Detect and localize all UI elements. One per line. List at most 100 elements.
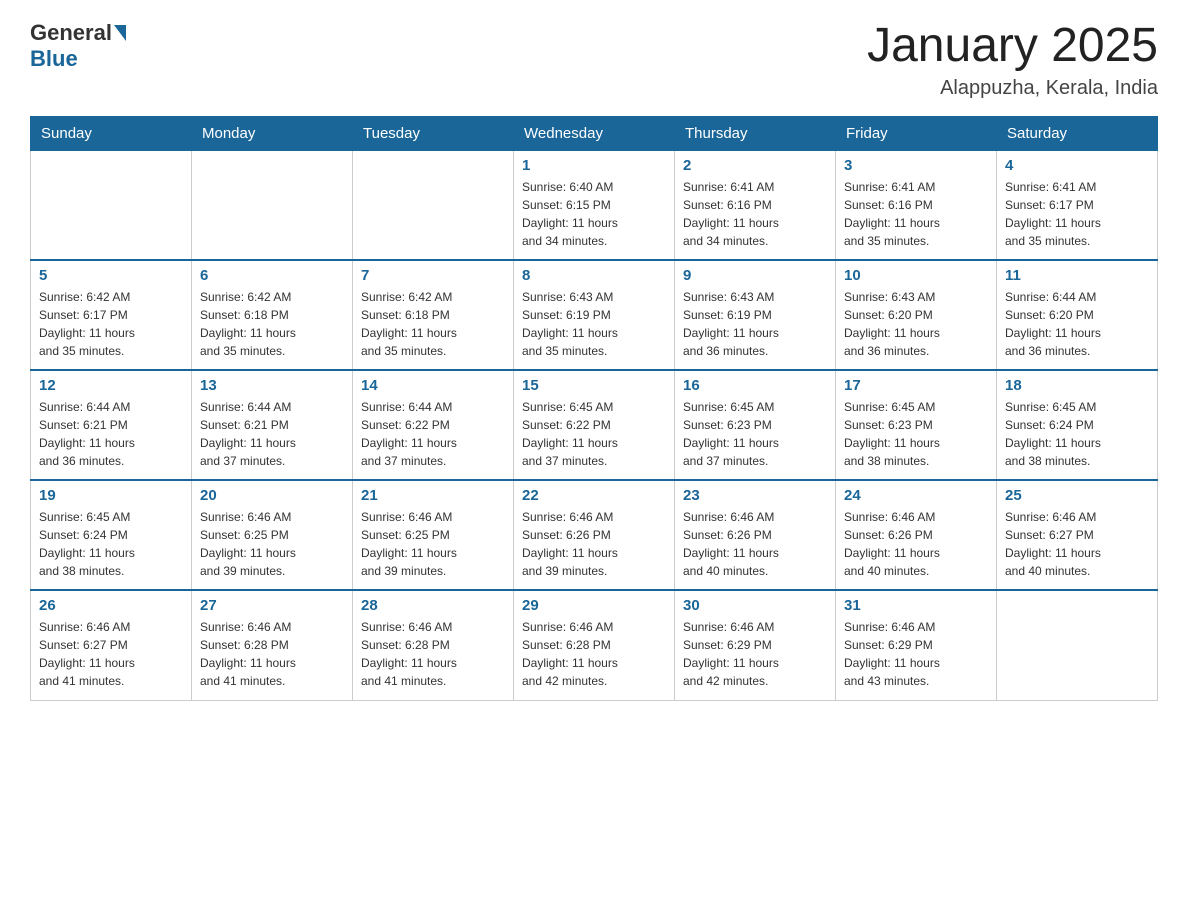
- day-info: Sunrise: 6:46 AM Sunset: 6:27 PM Dayligh…: [39, 618, 183, 690]
- calendar-cell: 31 Sunrise: 6:46 AM Sunset: 6:29 PM Dayli…: [836, 590, 997, 700]
- day-info: Sunrise: 6:44 AM Sunset: 6:20 PM Dayligh…: [1005, 288, 1149, 360]
- page-header: General Blue January 2025 Alappuzha, Ker…: [30, 20, 1158, 100]
- day-info: Sunrise: 6:46 AM Sunset: 6:25 PM Dayligh…: [200, 508, 344, 580]
- day-info: Sunrise: 6:40 AM Sunset: 6:15 PM Dayligh…: [522, 178, 666, 250]
- calendar-cell: 13 Sunrise: 6:44 AM Sunset: 6:21 PM Dayli…: [192, 370, 353, 480]
- calendar-cell: 14 Sunrise: 6:44 AM Sunset: 6:22 PM Dayli…: [353, 370, 514, 480]
- day-number: 15: [522, 377, 666, 394]
- calendar-cell: [31, 150, 192, 260]
- day-info: Sunrise: 6:42 AM Sunset: 6:18 PM Dayligh…: [361, 288, 505, 360]
- day-info: Sunrise: 6:45 AM Sunset: 6:23 PM Dayligh…: [844, 398, 988, 470]
- day-info: Sunrise: 6:41 AM Sunset: 6:16 PM Dayligh…: [683, 178, 827, 250]
- calendar-cell: 28Sunrise: 6:46 AM Sunset: 6:28 PM Dayli…: [353, 590, 514, 700]
- location-title: Alappuzha, Kerala, India: [867, 77, 1158, 100]
- day-number: 23: [683, 487, 827, 504]
- day-info: Sunrise: 6:45 AM Sunset: 6:24 PM Dayligh…: [1005, 398, 1149, 470]
- col-header-friday: Friday: [836, 116, 997, 150]
- calendar-week-row: 5 Sunrise: 6:42 AM Sunset: 6:17 PM Daylig…: [31, 260, 1158, 370]
- calendar-cell: 21Sunrise: 6:46 AM Sunset: 6:25 PM Dayli…: [353, 480, 514, 590]
- day-info: Sunrise: 6:46 AM Sunset: 6:26 PM Dayligh…: [844, 508, 988, 580]
- day-number: 28: [361, 597, 505, 614]
- col-header-saturday: Saturday: [997, 116, 1158, 150]
- day-info: Sunrise: 6:46 AM Sunset: 6:29 PM Dayligh…: [844, 618, 988, 690]
- calendar-cell: 3 Sunrise: 6:41 AM Sunset: 6:16 PM Daylig…: [836, 150, 997, 260]
- day-number: 16: [683, 377, 827, 394]
- day-number: 22: [522, 487, 666, 504]
- day-info: Sunrise: 6:45 AM Sunset: 6:24 PM Dayligh…: [39, 508, 183, 580]
- calendar-cell: 11Sunrise: 6:44 AM Sunset: 6:20 PM Dayli…: [997, 260, 1158, 370]
- day-info: Sunrise: 6:44 AM Sunset: 6:21 PM Dayligh…: [39, 398, 183, 470]
- calendar-cell: [997, 590, 1158, 700]
- calendar-week-row: 1 Sunrise: 6:40 AM Sunset: 6:15 PM Daylig…: [31, 150, 1158, 260]
- day-number: 2: [683, 157, 827, 174]
- calendar-cell: 29Sunrise: 6:46 AM Sunset: 6:28 PM Dayli…: [514, 590, 675, 700]
- day-info: Sunrise: 6:43 AM Sunset: 6:19 PM Dayligh…: [522, 288, 666, 360]
- calendar-cell: 23 Sunrise: 6:46 AM Sunset: 6:26 PM Dayli…: [675, 480, 836, 590]
- logo-blue-text: Blue: [30, 46, 78, 72]
- calendar-cell: 26Sunrise: 6:46 AM Sunset: 6:27 PM Dayli…: [31, 590, 192, 700]
- calendar-cell: [192, 150, 353, 260]
- day-number: 7: [361, 267, 505, 284]
- day-number: 30: [683, 597, 827, 614]
- calendar-cell: 19 Sunrise: 6:45 AM Sunset: 6:24 PM Dayli…: [31, 480, 192, 590]
- calendar-cell: 9Sunrise: 6:43 AM Sunset: 6:19 PM Daylig…: [675, 260, 836, 370]
- day-info: Sunrise: 6:41 AM Sunset: 6:17 PM Dayligh…: [1005, 178, 1149, 250]
- day-number: 24: [844, 487, 988, 504]
- calendar-header-row: SundayMondayTuesdayWednesdayThursdayFrid…: [31, 116, 1158, 150]
- col-header-sunday: Sunday: [31, 116, 192, 150]
- day-number: 19: [39, 487, 183, 504]
- logo: General Blue: [30, 20, 126, 72]
- day-info: Sunrise: 6:46 AM Sunset: 6:27 PM Dayligh…: [1005, 508, 1149, 580]
- day-info: Sunrise: 6:45 AM Sunset: 6:22 PM Dayligh…: [522, 398, 666, 470]
- calendar-cell: 10 Sunrise: 6:43 AM Sunset: 6:20 PM Dayli…: [836, 260, 997, 370]
- calendar-table: SundayMondayTuesdayWednesdayThursdayFrid…: [30, 116, 1158, 701]
- day-number: 5: [39, 267, 183, 284]
- day-info: Sunrise: 6:46 AM Sunset: 6:28 PM Dayligh…: [200, 618, 344, 690]
- col-header-thursday: Thursday: [675, 116, 836, 150]
- day-number: 6: [200, 267, 344, 284]
- logo-arrow-icon: [114, 25, 126, 41]
- calendar-cell: 2 Sunrise: 6:41 AM Sunset: 6:16 PM Daylig…: [675, 150, 836, 260]
- calendar-cell: 30Sunrise: 6:46 AM Sunset: 6:29 PM Dayli…: [675, 590, 836, 700]
- day-number: 12: [39, 377, 183, 394]
- calendar-cell: 16 Sunrise: 6:45 AM Sunset: 6:23 PM Dayli…: [675, 370, 836, 480]
- day-info: Sunrise: 6:46 AM Sunset: 6:26 PM Dayligh…: [683, 508, 827, 580]
- day-number: 31: [844, 597, 988, 614]
- calendar-week-row: 19 Sunrise: 6:45 AM Sunset: 6:24 PM Dayli…: [31, 480, 1158, 590]
- day-number: 27: [200, 597, 344, 614]
- day-number: 10: [844, 267, 988, 284]
- day-number: 9: [683, 267, 827, 284]
- logo-general-text: General: [30, 20, 112, 46]
- day-number: 20: [200, 487, 344, 504]
- calendar-cell: 25Sunrise: 6:46 AM Sunset: 6:27 PM Dayli…: [997, 480, 1158, 590]
- day-info: Sunrise: 6:44 AM Sunset: 6:21 PM Dayligh…: [200, 398, 344, 470]
- calendar-cell: 17 Sunrise: 6:45 AM Sunset: 6:23 PM Dayli…: [836, 370, 997, 480]
- calendar-cell: 1 Sunrise: 6:40 AM Sunset: 6:15 PM Daylig…: [514, 150, 675, 260]
- calendar-cell: 12 Sunrise: 6:44 AM Sunset: 6:21 PM Dayli…: [31, 370, 192, 480]
- day-info: Sunrise: 6:44 AM Sunset: 6:22 PM Dayligh…: [361, 398, 505, 470]
- calendar-week-row: 12 Sunrise: 6:44 AM Sunset: 6:21 PM Dayli…: [31, 370, 1158, 480]
- day-info: Sunrise: 6:41 AM Sunset: 6:16 PM Dayligh…: [844, 178, 988, 250]
- day-number: 3: [844, 157, 988, 174]
- calendar-cell: 20 Sunrise: 6:46 AM Sunset: 6:25 PM Dayli…: [192, 480, 353, 590]
- day-info: Sunrise: 6:43 AM Sunset: 6:20 PM Dayligh…: [844, 288, 988, 360]
- day-number: 8: [522, 267, 666, 284]
- day-number: 4: [1005, 157, 1149, 174]
- calendar-cell: 15 Sunrise: 6:45 AM Sunset: 6:22 PM Dayli…: [514, 370, 675, 480]
- calendar-cell: 5 Sunrise: 6:42 AM Sunset: 6:17 PM Daylig…: [31, 260, 192, 370]
- day-info: Sunrise: 6:42 AM Sunset: 6:17 PM Dayligh…: [39, 288, 183, 360]
- day-number: 13: [200, 377, 344, 394]
- day-number: 14: [361, 377, 505, 394]
- col-header-wednesday: Wednesday: [514, 116, 675, 150]
- logo-text: General: [30, 20, 126, 46]
- day-info: Sunrise: 6:42 AM Sunset: 6:18 PM Dayligh…: [200, 288, 344, 360]
- day-number: 17: [844, 377, 988, 394]
- calendar-cell: [353, 150, 514, 260]
- calendar-cell: 27 Sunrise: 6:46 AM Sunset: 6:28 PM Dayli…: [192, 590, 353, 700]
- day-info: Sunrise: 6:46 AM Sunset: 6:28 PM Dayligh…: [522, 618, 666, 690]
- calendar-cell: 24 Sunrise: 6:46 AM Sunset: 6:26 PM Dayli…: [836, 480, 997, 590]
- day-number: 1: [522, 157, 666, 174]
- calendar-cell: 8 Sunrise: 6:43 AM Sunset: 6:19 PM Daylig…: [514, 260, 675, 370]
- calendar-cell: 7 Sunrise: 6:42 AM Sunset: 6:18 PM Daylig…: [353, 260, 514, 370]
- day-info: Sunrise: 6:45 AM Sunset: 6:23 PM Dayligh…: [683, 398, 827, 470]
